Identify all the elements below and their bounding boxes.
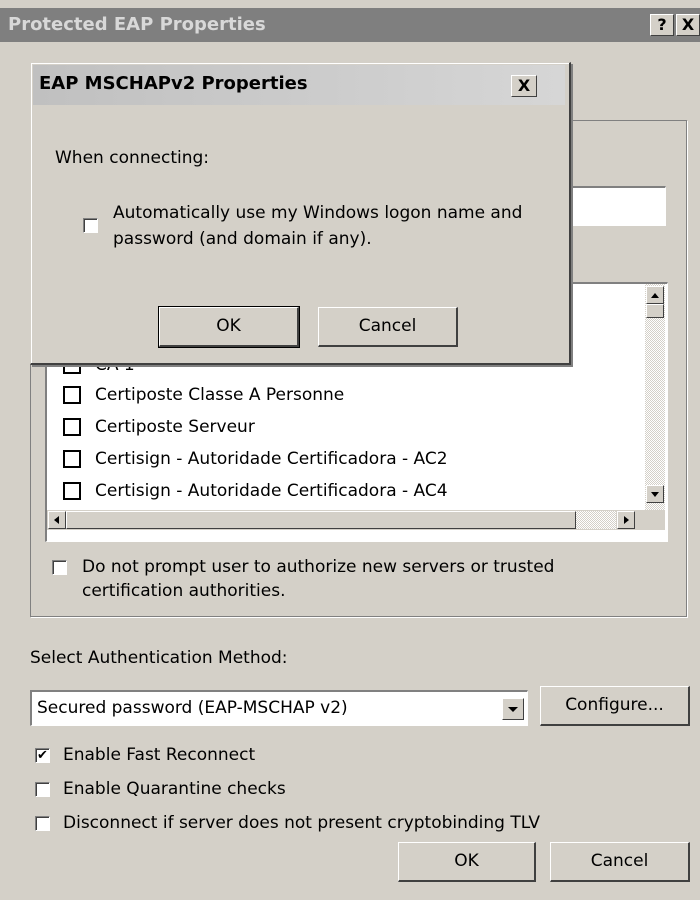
auth-method-value: Secured password (EAP-MSCHAP v2)	[37, 698, 348, 718]
scroll-thumb[interactable]	[646, 304, 664, 318]
auto-logon-label-line1: Automatically use my Windows logon name …	[113, 203, 523, 223]
horizontal-scroll-track[interactable]	[576, 511, 616, 529]
cryptobinding-checkbox[interactable]	[35, 816, 50, 831]
fast-reconnect-label: Enable Fast Reconnect	[63, 745, 256, 765]
cert-name: Certiposte Serveur	[95, 417, 255, 437]
arrow-down-icon	[651, 492, 659, 497]
help-button[interactable]: ?	[650, 14, 674, 36]
auth-method-select[interactable]: Secured password (EAP-MSCHAP v2)	[30, 690, 528, 726]
inner-ok-button[interactable]: OK	[158, 306, 300, 348]
ok-button[interactable]: OK	[398, 842, 536, 882]
cert-checkbox[interactable]	[63, 482, 81, 500]
inner-cancel-button[interactable]: Cancel	[318, 307, 458, 347]
inner-window-title: EAP MSCHAPv2 Properties	[39, 73, 308, 94]
when-connecting-label: When connecting:	[55, 148, 210, 168]
cert-name: Certiposte Classe A Personne	[95, 385, 345, 405]
quarantine-label: Enable Quarantine checks	[63, 779, 286, 799]
outer-close-button[interactable]: X	[676, 14, 700, 36]
cryptobinding-label: Disconnect if server does not present cr…	[63, 813, 540, 833]
inner-close-button[interactable]: X	[511, 75, 537, 97]
outer-window-title: Protected EAP Properties	[8, 14, 266, 35]
cert-checkbox[interactable]	[63, 418, 81, 436]
fast-reconnect-checkbox[interactable]: ✔	[35, 748, 50, 763]
no-prompt-checkbox[interactable]	[52, 560, 67, 575]
arrow-right-icon	[624, 516, 629, 524]
scroll-right-button[interactable]	[617, 511, 635, 529]
horizontal-scroll-thumb[interactable]	[66, 511, 576, 529]
quarantine-checkbox[interactable]	[35, 782, 50, 797]
scroll-down-button[interactable]	[646, 485, 664, 503]
outer-title-bar[interactable]: Protected EAP Properties ? X	[0, 8, 700, 42]
auto-logon-checkbox[interactable]	[83, 218, 98, 233]
no-prompt-label-line2: certification authorities.	[82, 581, 286, 601]
cancel-button[interactable]: Cancel	[550, 842, 690, 882]
cert-checkbox[interactable]	[63, 450, 81, 468]
cert-name: Certisign - Autoridade Certificadora - A…	[95, 449, 448, 469]
arrow-up-icon	[651, 293, 659, 298]
auth-method-label: Select Authentication Method:	[30, 648, 288, 668]
scroll-corner	[645, 510, 665, 530]
cert-name: Certisign - Autoridade Certificadora - A…	[95, 481, 448, 501]
no-prompt-label-line1: Do not prompt user to authorize new serv…	[82, 557, 555, 577]
scroll-left-button[interactable]	[48, 511, 66, 529]
arrow-left-icon	[54, 516, 59, 524]
auto-logon-label-line2: password (and domain if any).	[113, 229, 372, 249]
chevron-down-icon	[508, 707, 518, 712]
inner-title-bar[interactable]: EAP MSCHAPv2 Properties X	[33, 65, 565, 105]
configure-button[interactable]: Configure...	[540, 686, 690, 726]
dropdown-button[interactable]	[502, 698, 524, 720]
mschap-dialog: EAP MSCHAPv2 Properties X When connectin…	[30, 62, 571, 365]
scroll-up-button[interactable]	[646, 286, 664, 304]
cert-checkbox[interactable]	[63, 386, 81, 404]
